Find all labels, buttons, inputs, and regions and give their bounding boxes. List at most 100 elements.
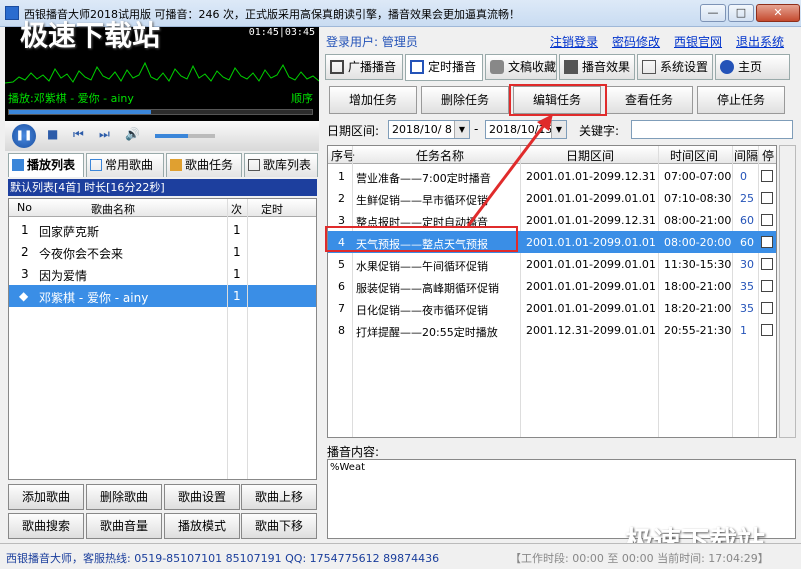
close-button[interactable]: ✕ — [756, 4, 800, 22]
waveform-visual — [5, 61, 319, 84]
task-row[interactable]: 6 服装促销——高峰期循环促销 2001.01.01-2099.01.01 18:00… — [328, 275, 776, 297]
progress-bar[interactable] — [8, 109, 313, 115]
tab-label: 歌库列表 — [263, 158, 312, 172]
col-song-name[interactable]: 歌曲名称 — [91, 201, 135, 217]
delete-song-button[interactable]: 删除歌曲 — [86, 484, 162, 510]
playlist-row[interactable]: 1 回家萨克斯 1 — [9, 219, 316, 241]
row-date-range: 2001.01.01-2099.01.01 — [526, 280, 656, 293]
task-table-header: 序号 任务名称 日期区间 时间区间 间隔 停 — [328, 146, 776, 164]
volume-slider[interactable] — [155, 134, 215, 138]
player-controls: ❚❚ ■ ⏮ ⏭ 🔊 — [5, 121, 319, 151]
col-timed[interactable]: 定时 — [261, 201, 283, 217]
task-row[interactable]: 8 打烊提醒——20:55定时播放 2001.12.31-2099.01.01 20:… — [328, 319, 776, 341]
task-table-scrollbar[interactable] — [779, 145, 796, 438]
weather-task-highlight — [325, 226, 518, 252]
tab-label: 歌曲任务 — [185, 158, 234, 172]
maximize-button[interactable]: □ — [728, 4, 754, 22]
task-row[interactable]: 2 生鲜促销——早市循环促销 2001.01.01-2099.01.01 07:10-… — [328, 187, 776, 209]
tab-label: 广播播音 — [348, 60, 397, 74]
date-to-picker[interactable]: 2018/10/15 ▼ — [485, 120, 567, 139]
login-bar: 登录用户: 管理员 注销登录 密码修改 西银官网 退出系统 — [322, 28, 797, 52]
task-row[interactable]: 7 日化促销——夜市循环促销 2001.01.01-2099.01.01 18:20-… — [328, 297, 776, 319]
col-no[interactable]: No — [17, 201, 32, 214]
app-icon — [5, 6, 19, 20]
change-password-link[interactable]: 密码修改 — [612, 33, 660, 50]
col-interval[interactable]: 间隔 — [734, 147, 758, 164]
dropdown-icon: ▼ — [454, 121, 469, 138]
column-divider — [227, 199, 228, 479]
tab-song-library[interactable]: 歌库列表 — [244, 153, 318, 177]
row-task-name: 水果促销——午间循环促销 — [356, 260, 488, 273]
keyword-label: 关键字: — [579, 124, 620, 138]
dropdown-icon: ▼ — [551, 121, 566, 138]
filter-bar: 日期区间: 2018/10/ 8 ▼ - 2018/10/15 ▼ 关键字: — [325, 119, 800, 141]
stop-checkbox[interactable] — [761, 236, 773, 248]
row-no: 1 — [21, 223, 29, 237]
date-dash: - — [474, 122, 479, 136]
minimize-button[interactable]: — — [700, 4, 726, 22]
playlist-row[interactable]: 3 因为爱情 1 — [9, 263, 316, 285]
row-count: 1 — [233, 245, 241, 259]
content-label: 播音内容: — [327, 445, 380, 459]
playlist-summary: 默认列表[4首] 时长[16分22秒] — [8, 179, 317, 196]
row-no: 2 — [21, 245, 29, 259]
tab-scheduled[interactable]: 定时播音 — [405, 54, 483, 81]
exit-system-link[interactable]: 退出系统 — [736, 33, 784, 50]
tab-scripts[interactable]: 文稿收藏 — [485, 54, 557, 80]
song-search-button[interactable]: 歌曲搜索 — [8, 513, 84, 539]
song-volume-button[interactable]: 歌曲音量 — [86, 513, 162, 539]
play-mode-button[interactable]: 播放模式 — [164, 513, 240, 539]
grid-icon — [90, 159, 102, 171]
stop-checkbox[interactable] — [761, 170, 773, 182]
tab-song-tasks[interactable]: 歌曲任务 — [166, 153, 242, 177]
stop-checkbox[interactable] — [761, 280, 773, 292]
add-task-button[interactable]: 增加任务 — [329, 86, 417, 114]
playlist-row[interactable]: 2 今夜你会不会来 1 — [9, 241, 316, 263]
pause-icon[interactable]: ❚❚ — [12, 124, 36, 148]
stop-checkbox[interactable] — [761, 258, 773, 270]
col-date-range[interactable]: 日期区间 — [566, 147, 614, 164]
task-row[interactable]: 1 营业准备——7:00定时播音 2001.01.01-2099.12.31 07:0… — [328, 165, 776, 187]
row-time-range: 18:00-21:00 — [664, 280, 732, 293]
official-site-link[interactable]: 西银官网 — [674, 33, 722, 50]
col-task-name[interactable]: 任务名称 — [416, 147, 464, 164]
task-row[interactable]: 5 水果促销——午间循环促销 2001.01.01-2099.01.01 11:30-… — [328, 253, 776, 275]
tab-effects[interactable]: 播音效果 — [559, 54, 635, 80]
tab-playlist[interactable]: 播放列表 — [8, 153, 84, 177]
row-date-range: 2001.01.01-2099.01.01 — [526, 258, 656, 271]
song-settings-button[interactable]: 歌曲设置 — [164, 484, 240, 510]
row-no: 2 — [338, 192, 345, 205]
col-count[interactable]: 次 — [231, 201, 242, 217]
tab-broadcast[interactable]: 广播播音 — [325, 54, 403, 80]
row-no: 5 — [338, 258, 345, 271]
row-task-name: 打烊提醒——20:55定时播放 — [356, 326, 498, 339]
stop-checkbox[interactable] — [761, 302, 773, 314]
keyword-input[interactable] — [631, 120, 793, 139]
tab-common-songs[interactable]: 常用歌曲 — [86, 153, 164, 177]
delete-task-button[interactable]: 删除任务 — [421, 86, 509, 114]
stop-checkbox[interactable] — [761, 324, 773, 336]
play-mode-text[interactable]: 顺序 — [291, 90, 313, 106]
col-time-range[interactable]: 时间区间 — [670, 147, 718, 164]
song-move-down-button[interactable]: 歌曲下移 — [241, 513, 317, 539]
stop-task-button[interactable]: 停止任务 — [697, 86, 785, 114]
stop-checkbox[interactable] — [761, 192, 773, 204]
next-icon[interactable]: ⏭ — [99, 127, 110, 142]
add-song-button[interactable]: 添加歌曲 — [8, 484, 84, 510]
previous-icon[interactable]: ⏮ — [73, 127, 84, 142]
song-move-up-button[interactable]: 歌曲上移 — [241, 484, 317, 510]
watermark-top: 极速下载站 — [20, 19, 161, 52]
volume-icon[interactable]: 🔊 — [125, 127, 140, 141]
logout-link[interactable]: 注销登录 — [550, 33, 598, 50]
status-hotline: 西银播音大师，客服热线: 0519-85107101 85107191 QQ: … — [6, 552, 440, 565]
view-task-button[interactable]: 查看任务 — [605, 86, 693, 114]
stop-checkbox[interactable] — [761, 214, 773, 226]
row-no: 1 — [338, 170, 345, 183]
date-range-label: 日期区间: — [327, 124, 380, 138]
tab-home[interactable]: 主页 — [715, 54, 790, 80]
col-stop[interactable]: 停 — [762, 147, 774, 164]
stop-icon[interactable]: ■ — [47, 127, 58, 141]
playlist-row-selected[interactable]: ◆ 邓紫棋 - 爱你 - ainy 1 — [9, 285, 316, 307]
date-from-picker[interactable]: 2018/10/ 8 ▼ — [388, 120, 470, 139]
tab-system-settings[interactable]: 系统设置 — [637, 54, 713, 80]
